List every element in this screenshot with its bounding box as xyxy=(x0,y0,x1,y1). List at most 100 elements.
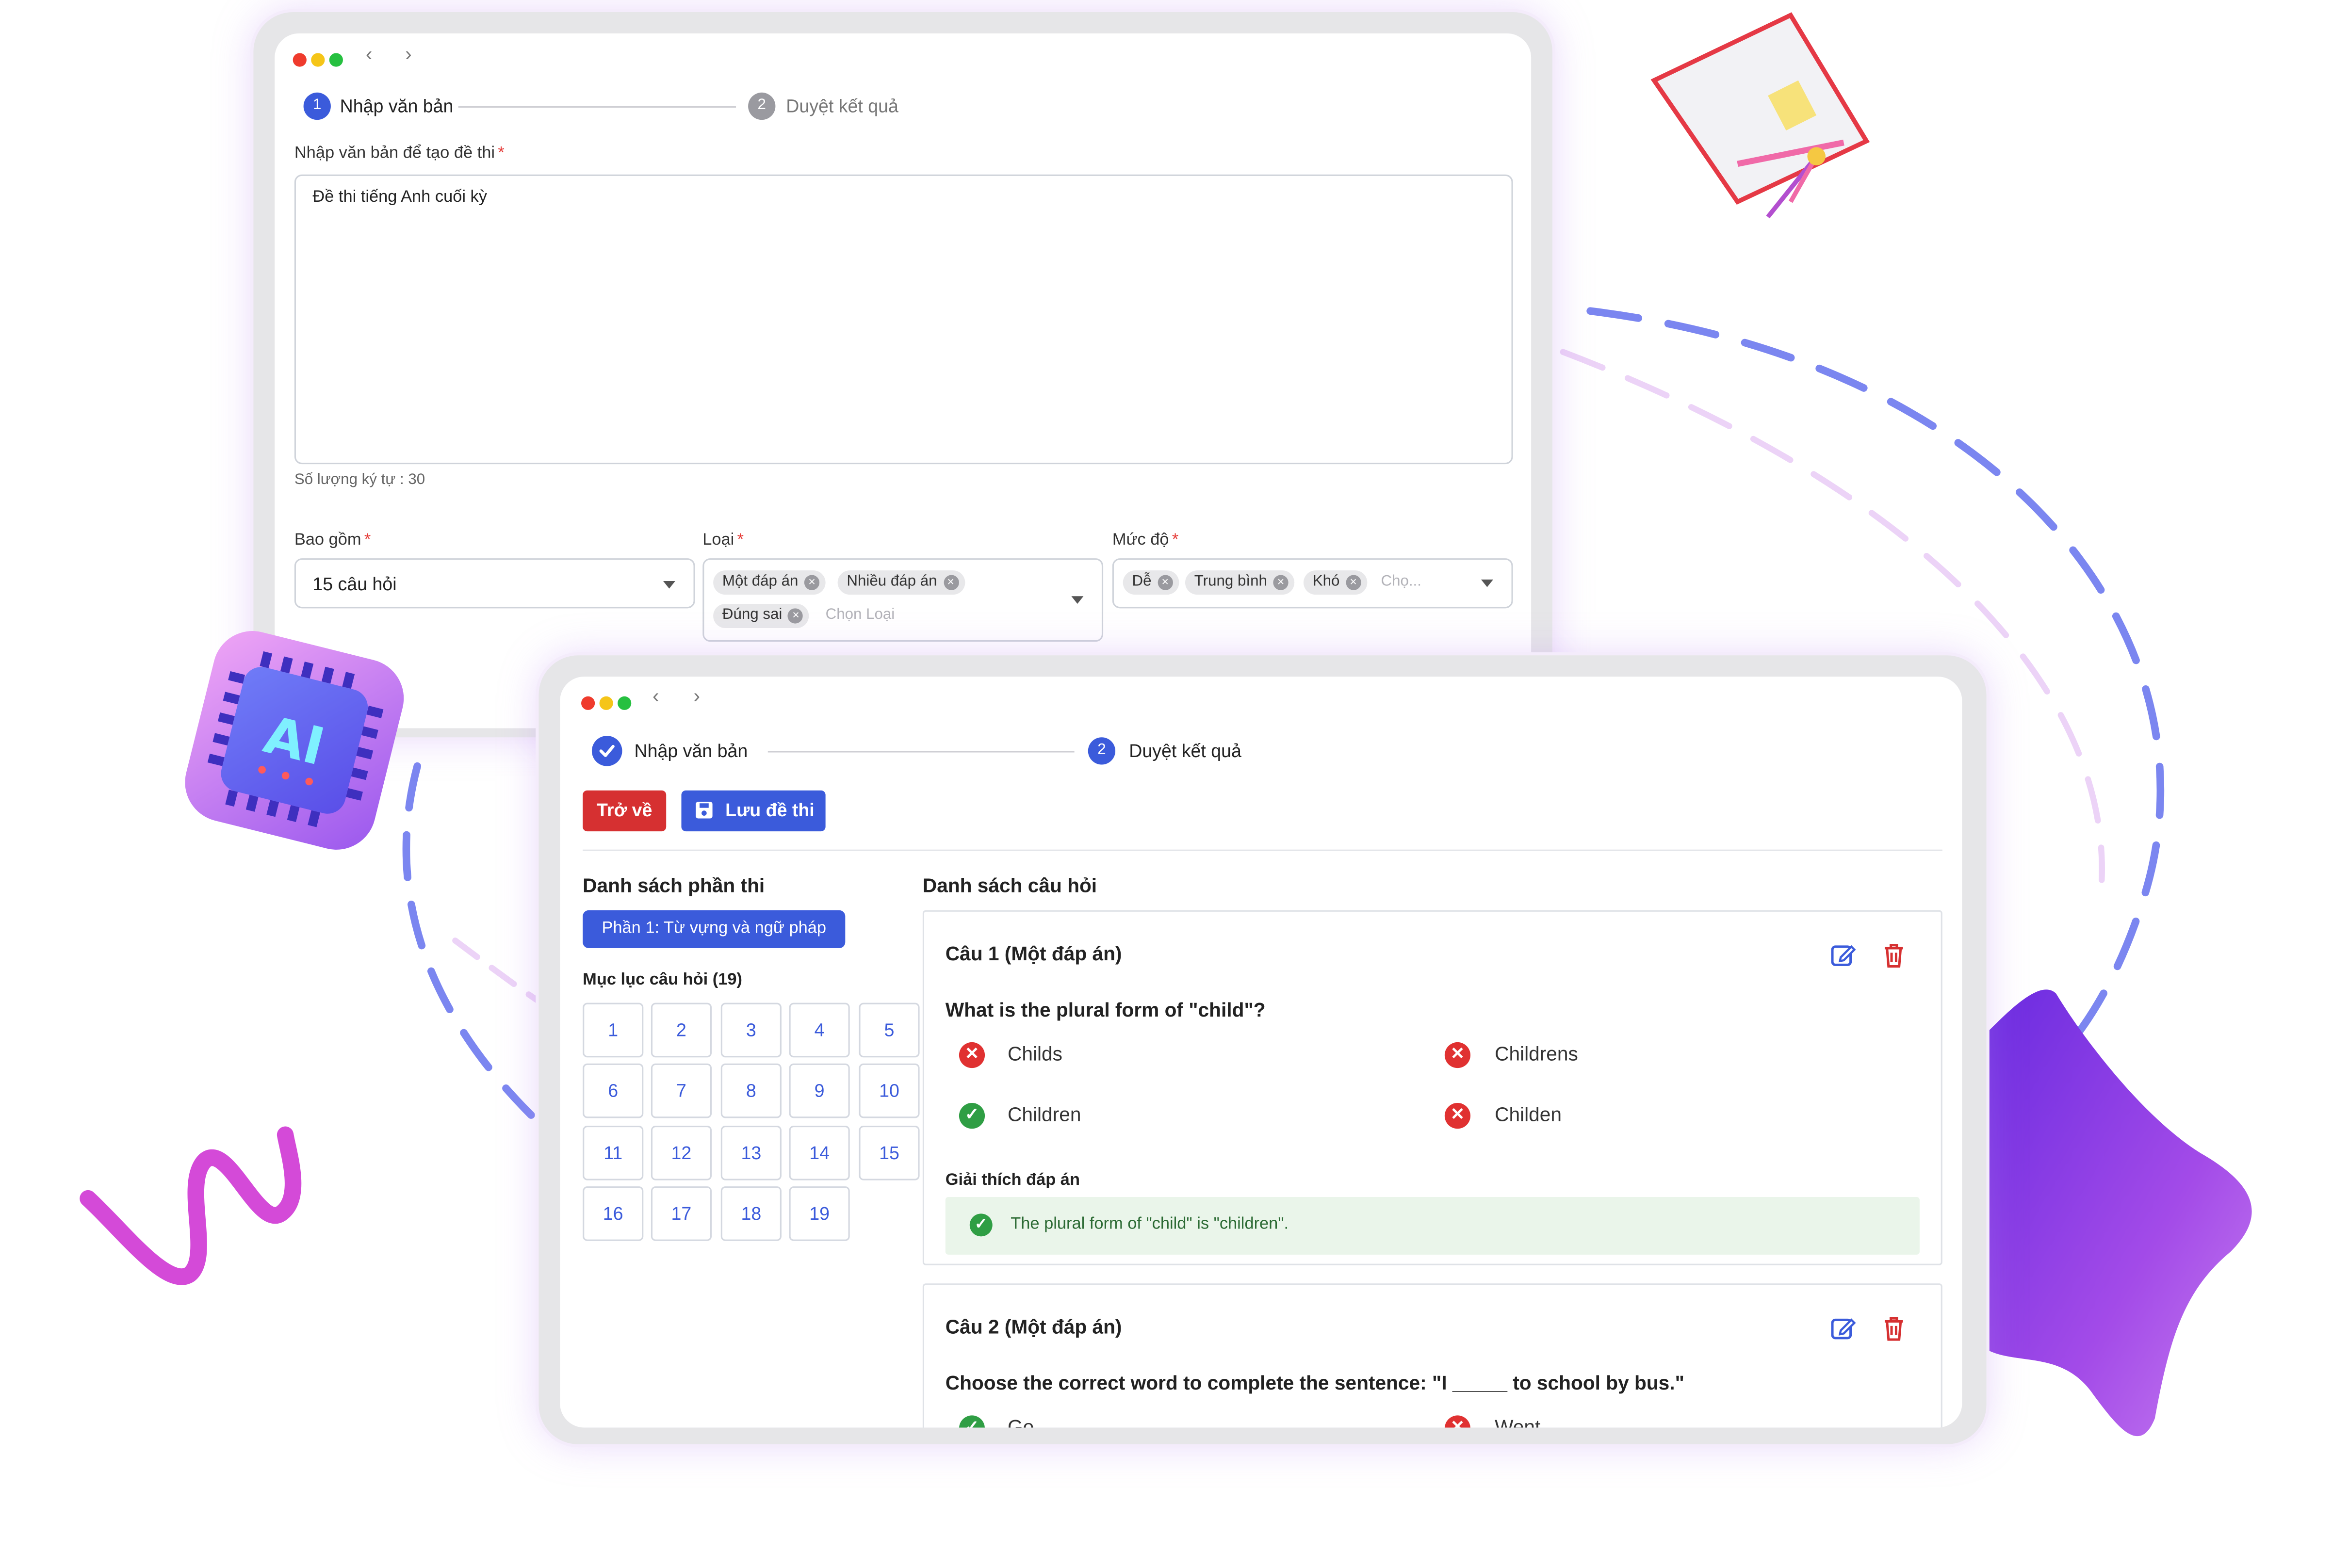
question-number-button[interactable]: 18 xyxy=(720,1186,782,1241)
forward-arrow-icon[interactable]: › xyxy=(693,684,700,707)
level-chip[interactable]: Dễ × xyxy=(1123,570,1179,595)
question-title: Câu 1 (Một đáp án) xyxy=(945,942,1122,965)
front-window-screen: ‹ › Nhập văn bản 2 Duyệt kết quả Trở về … xyxy=(560,677,1962,1428)
question-number-button[interactable]: 8 xyxy=(720,1063,782,1118)
chip-label: Đúng sai xyxy=(722,607,783,624)
check-icon xyxy=(599,744,615,757)
level-multiselect[interactable]: Dễ × Trung bình × Khó × Chọ... xyxy=(1112,558,1513,609)
chip-remove-icon[interactable]: × xyxy=(788,608,804,624)
back-window-screen: ‹ › 1 Nhập văn bản 2 Duyệt kết quả Nhập … xyxy=(275,33,1532,728)
level-chip[interactable]: Khó × xyxy=(1303,570,1367,595)
chevron-down-icon xyxy=(1071,596,1084,604)
level-chip[interactable]: Trung bình × xyxy=(1185,570,1295,595)
level-label-text: Mức độ xyxy=(1112,531,1169,550)
save-exam-button[interactable]: Lưu đề thi xyxy=(681,790,826,832)
include-select[interactable]: 15 câu hỏi xyxy=(294,558,695,609)
back-arrow-icon[interactable]: ‹ xyxy=(366,43,373,65)
question-number-button[interactable]: 15 xyxy=(859,1125,920,1180)
edit-icon[interactable] xyxy=(1830,942,1856,968)
question-number-button[interactable]: 9 xyxy=(789,1063,850,1118)
level-label: Mức độ * xyxy=(1112,531,1178,550)
explanation-text: The plural form of "child" is "children"… xyxy=(1011,1215,1289,1234)
incorrect-icon: ✕ xyxy=(1444,1415,1471,1428)
answer-option: Childrens xyxy=(1495,1042,1578,1065)
scene: ‹ › 1 Nhập văn bản 2 Duyệt kết quả Nhập … xyxy=(0,0,2349,1567)
sections-title: Danh sách phần thi xyxy=(583,873,765,897)
chip-label: Dễ xyxy=(1132,573,1152,590)
back-button[interactable]: Trở về xyxy=(583,790,667,832)
edit-icon[interactable] xyxy=(1830,1315,1856,1341)
chip-remove-icon[interactable]: × xyxy=(1273,575,1289,590)
save-icon xyxy=(696,802,713,819)
step-2-number: 2 xyxy=(1088,737,1116,765)
front-window-frame: ‹ › Nhập văn bản 2 Duyệt kết quả Trở về … xyxy=(538,655,1987,1444)
question-text: What is the plural form of "child"? xyxy=(945,998,1266,1021)
answer-option: Children xyxy=(1007,1103,1081,1126)
question-number-button[interactable]: 19 xyxy=(789,1186,850,1241)
question-number-button[interactable]: 10 xyxy=(859,1063,920,1118)
question-number-button[interactable]: 11 xyxy=(583,1125,644,1180)
answer-option: Went xyxy=(1495,1415,1541,1428)
trash-icon[interactable] xyxy=(1882,942,1906,969)
type-chip[interactable]: Nhiều đáp án × xyxy=(837,570,964,595)
answer-option: Childs xyxy=(1007,1042,1062,1065)
correct-icon: ✓ xyxy=(959,1415,985,1428)
step-1-number: 1 xyxy=(303,92,331,120)
type-chip[interactable]: Đúng sai × xyxy=(713,603,810,628)
chip-remove-icon[interactable]: × xyxy=(804,575,820,590)
check-circle-icon: ✓ xyxy=(969,1213,993,1237)
include-label-text: Bao gồm xyxy=(294,531,361,550)
question-number-button[interactable]: 6 xyxy=(583,1063,644,1118)
section-1-button[interactable]: Phần 1: Từ vựng và ngữ pháp xyxy=(583,910,846,948)
forward-arrow-icon[interactable]: › xyxy=(405,43,412,65)
question-number-button[interactable]: 2 xyxy=(651,1002,712,1058)
trash-icon[interactable] xyxy=(1882,1315,1906,1342)
step-2-label: Duyệt kết quả xyxy=(786,96,898,117)
question-number-button[interactable]: 5 xyxy=(859,1002,920,1058)
text-input-label-text: Nhập văn bản để tạo đề thi xyxy=(294,144,495,162)
question-number-button[interactable]: 7 xyxy=(651,1063,712,1118)
type-chip[interactable]: Một đáp án × xyxy=(713,570,826,595)
type-multiselect[interactable]: Một đáp án × Nhiều đáp án × Đúng sai × Chọn… xyxy=(702,558,1104,642)
save-exam-label: Lưu đề thi xyxy=(725,799,815,821)
text-input-label: Nhập văn bản để tạo đề thi * xyxy=(294,144,505,162)
question-number-button[interactable]: 3 xyxy=(720,1002,782,1058)
back-arrow-icon[interactable]: ‹ xyxy=(652,684,659,707)
chevron-down-icon xyxy=(1481,579,1493,587)
question-number-button[interactable]: 14 xyxy=(789,1125,850,1180)
type-placeholder: Chọn Loại xyxy=(825,607,895,624)
explanation-box: ✓ The plural form of "child" is "childre… xyxy=(945,1196,1920,1255)
window-controls xyxy=(293,47,348,74)
question-number-button[interactable]: 16 xyxy=(583,1186,644,1241)
question-number-button[interactable]: 1 xyxy=(583,1002,644,1058)
book-compass-decoration xyxy=(1650,12,1870,219)
chip-label: Trung bình xyxy=(1194,573,1267,590)
incorrect-icon: ✕ xyxy=(1444,1103,1471,1129)
step-2-number: 2 xyxy=(748,92,776,120)
incorrect-icon: ✕ xyxy=(1444,1042,1471,1068)
required-mark: * xyxy=(737,531,744,550)
divider xyxy=(583,849,1942,851)
question-number-button[interactable]: 4 xyxy=(789,1002,850,1058)
back-window-frame: ‹ › 1 Nhập văn bản 2 Duyệt kết quả Nhập … xyxy=(253,12,1552,738)
answer-option: Go xyxy=(1007,1415,1034,1428)
star-decoration xyxy=(1988,989,2252,1437)
answer-option: Childen xyxy=(1495,1103,1562,1126)
step-1-label: Nhập văn bản xyxy=(634,740,748,762)
chip-label: Khó xyxy=(1312,573,1340,590)
question-number-button[interactable]: 13 xyxy=(720,1125,782,1180)
step-1-completed xyxy=(591,736,622,766)
correct-icon: ✓ xyxy=(959,1103,985,1129)
step-connector xyxy=(767,751,1075,753)
chip-remove-icon[interactable]: × xyxy=(1158,575,1173,590)
question-index-title: Mục lục câu hỏi (19) xyxy=(583,970,743,989)
question-number-button[interactable]: 12 xyxy=(651,1125,712,1180)
question-number-button[interactable]: 17 xyxy=(651,1186,712,1241)
chip-remove-icon[interactable]: × xyxy=(1345,575,1361,590)
step-2-label: Duyệt kết quả xyxy=(1129,740,1241,762)
required-mark: * xyxy=(1172,531,1179,550)
chip-remove-icon[interactable]: × xyxy=(943,575,959,590)
explanation-label: Giải thích đáp án xyxy=(945,1171,1080,1190)
exam-text-area[interactable]: Đề thi tiếng Anh cuối kỳ xyxy=(294,174,1513,465)
required-mark: * xyxy=(498,144,505,162)
